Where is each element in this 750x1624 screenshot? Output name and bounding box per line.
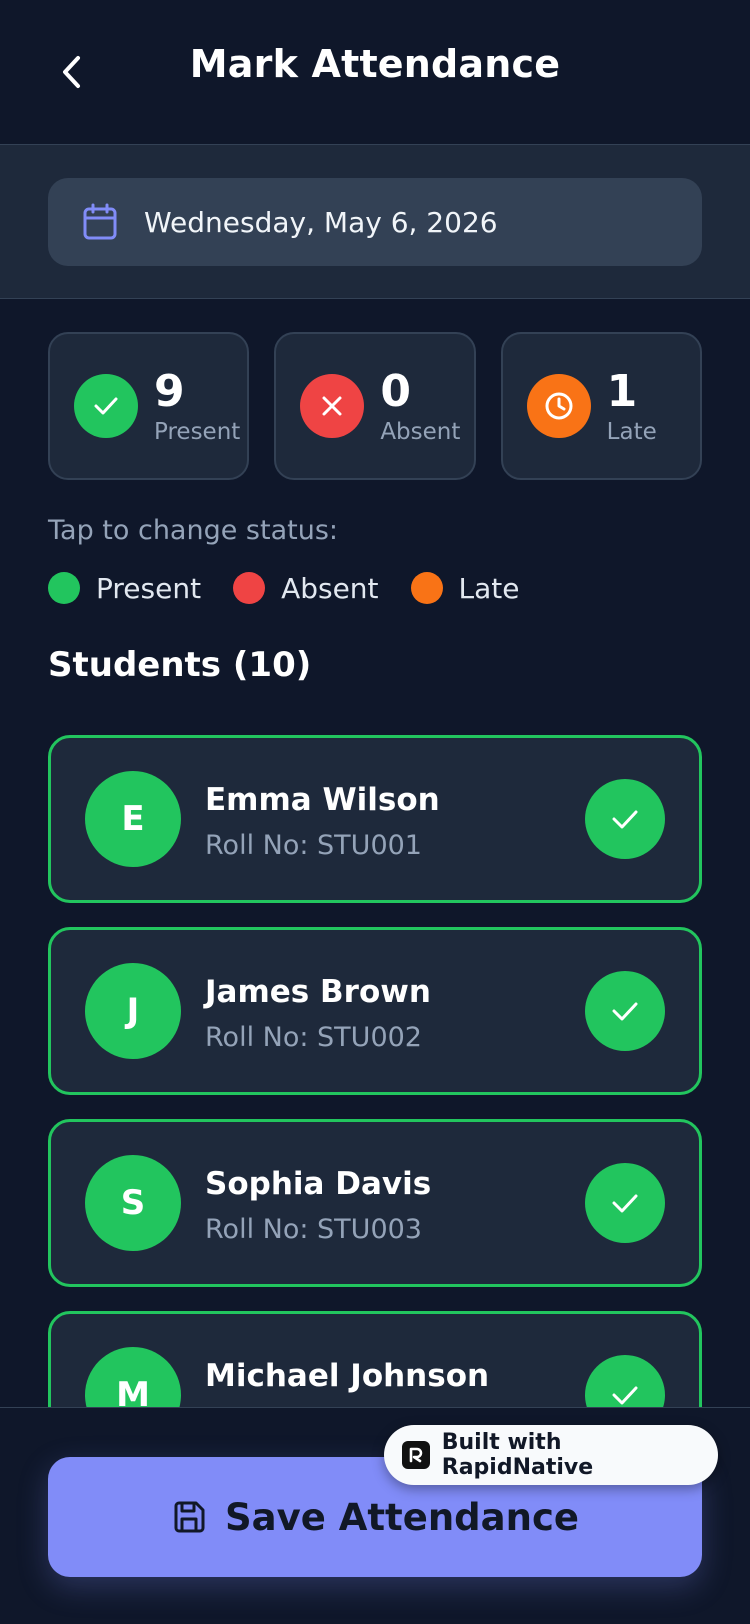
late-count: 1 [606, 366, 638, 417]
student-roll: Roll No: STU002 [205, 1022, 422, 1053]
clock-icon [526, 374, 591, 438]
students-title: Students (10) [48, 645, 312, 685]
check-icon [612, 1194, 638, 1213]
stat-card-absent: 0 Absent [274, 332, 476, 480]
absent-count: 0 [380, 366, 411, 417]
student-card[interactable]: J James Brown Roll No: STU002 [48, 927, 702, 1095]
student-name: Emma Wilson [205, 782, 440, 818]
status-toggle-button[interactable] [585, 971, 665, 1051]
late-label: Late [606, 419, 657, 445]
absent-label: Absent [380, 419, 461, 445]
save-icon [174, 1501, 205, 1533]
avatar: M [85, 1347, 181, 1407]
page-title: Mark Attendance [189, 42, 561, 86]
avatar: S [85, 1155, 181, 1251]
stat-card-present: 9 Present [48, 332, 250, 480]
stat-card-late: 1 Late [500, 332, 702, 480]
late-dot-icon [410, 572, 443, 604]
legend-label: Late [458, 571, 520, 605]
date-text: Wednesday, May 6, 2026 [144, 205, 498, 239]
legend-label: Present [96, 571, 202, 605]
legend-present: Present [48, 572, 201, 605]
present-label: Present [154, 419, 241, 445]
badge-text: Built with RapidNative [441, 1430, 594, 1480]
legend-late: Late [410, 571, 520, 605]
stats-row: 9 Present 0 Absent 1 Late [48, 332, 702, 480]
student-roll: Roll No: STU001 [205, 830, 422, 861]
student-card[interactable]: E Emma Wilson Roll No: STU001 [48, 735, 702, 903]
avatar: E [85, 771, 181, 867]
student-list[interactable]: E Emma Wilson Roll No: STU001 J James Br… [0, 735, 750, 1407]
student-card[interactable]: M Michael Johnson [48, 1311, 702, 1407]
check-icon [612, 810, 638, 829]
header: Mark Attendance [0, 0, 750, 145]
avatar: J [85, 963, 181, 1059]
student-roll: Roll No: STU003 [205, 1214, 422, 1245]
legend-label: Absent [281, 571, 379, 605]
status-hint: Tap to change status: [48, 515, 338, 546]
date-section: Wednesday, May 6, 2026 [0, 145, 750, 299]
student-card[interactable]: S Sophia Davis Roll No: STU003 [48, 1119, 702, 1287]
absent-dot-icon [233, 572, 266, 604]
student-name: James Brown [205, 974, 431, 1010]
rapidnative-logo-icon [402, 1441, 430, 1469]
check-icon [612, 1386, 638, 1405]
built-with-badge[interactable]: Built with RapidNative [384, 1425, 718, 1485]
check-icon [612, 1002, 638, 1021]
calendar-icon [82, 203, 118, 241]
status-legend: Present Absent Late [48, 568, 552, 608]
student-name: Michael Johnson [205, 1358, 490, 1394]
status-toggle-button[interactable] [585, 1163, 665, 1243]
student-name: Sophia Davis [205, 1166, 432, 1202]
present-dot-icon [48, 572, 80, 604]
status-toggle-button[interactable] [585, 779, 665, 859]
date-picker[interactable]: Wednesday, May 6, 2026 [48, 178, 702, 266]
x-icon [300, 374, 365, 438]
save-button-label: Save Attendance [225, 1495, 579, 1539]
check-icon [74, 374, 138, 438]
present-count: 9 [154, 366, 185, 417]
status-toggle-button[interactable] [585, 1355, 665, 1407]
legend-absent: Absent [233, 571, 379, 605]
